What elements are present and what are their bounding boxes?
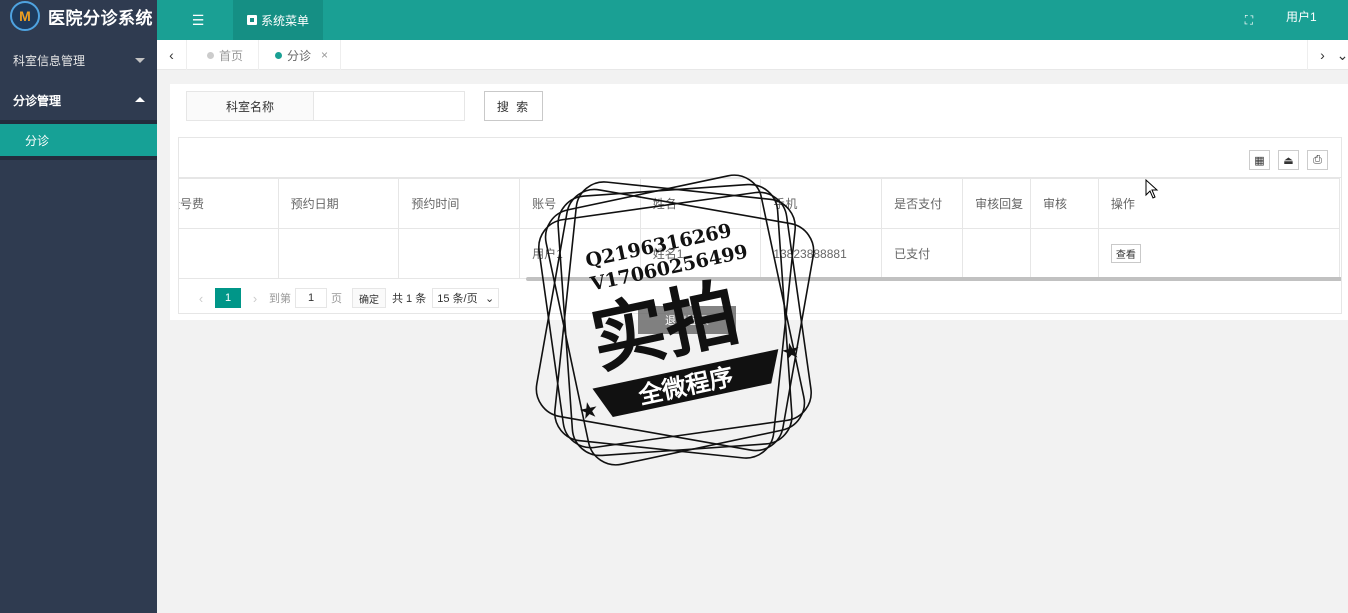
top-header: ☰ 系统菜单 ⛶ 用户1 xyxy=(157,0,1348,40)
view-button[interactable]: 查看 xyxy=(1110,244,1141,263)
col-header-label: 是否支付 xyxy=(894,197,943,211)
goto-confirm-button[interactable]: 确定 xyxy=(352,288,386,308)
data-table: ▦ ⏏ ⎙ 挂号费 预约日期 预约时间 账号 姓名 手机 是否支付 审核回复 审… xyxy=(178,137,1342,314)
table-row: 用户1 姓名1 13823888881 已支付 查看 xyxy=(179,228,1341,279)
col-header-reply[interactable]: 审核回复 xyxy=(962,178,1032,229)
app-title: 医院分诊系统 xyxy=(48,8,153,29)
main-panel: 科室名称 搜 索 ▦ ⏏ ⎙ 挂号费 预约日期 预约时间 账号 姓名 手机 是否… xyxy=(170,84,1348,320)
col-header-name[interactable]: 姓名 xyxy=(639,178,762,229)
cell-action: 查看 xyxy=(1097,228,1341,279)
sidebar-item-triage-mgmt[interactable]: 分诊管理 xyxy=(0,80,157,120)
col-header-paid[interactable]: 是否支付 xyxy=(881,178,964,229)
col-header-audit[interactable]: 审核 xyxy=(1030,178,1099,229)
col-header-phone[interactable]: 手机 xyxy=(760,178,883,229)
page-size-value: 15 条/页 xyxy=(437,293,478,305)
chevron-up-icon xyxy=(135,97,145,102)
chevron-left-icon: ‹ xyxy=(169,47,174,63)
star-icon: ★ xyxy=(577,396,602,425)
goto-label: 到第 xyxy=(269,293,291,305)
col-header-label: 手机 xyxy=(773,197,798,211)
sidebar: M 医院分诊系统 科室信息管理 分诊管理 分诊 xyxy=(0,0,157,613)
col-header-time[interactable]: 预约时间 xyxy=(398,178,521,229)
chevron-down-icon xyxy=(135,58,145,63)
logo-letters: M xyxy=(19,8,31,24)
star-icon: ★ xyxy=(779,337,804,366)
mouse-cursor-icon xyxy=(1145,179,1159,199)
total-count: 共 1 条 xyxy=(392,293,427,305)
page-tabs: ‹ 首页 分诊 × › ⌄ xyxy=(157,40,1348,70)
next-page-icon[interactable]: › xyxy=(245,291,265,306)
cell-name: 姓名1 xyxy=(639,228,762,279)
col-header-label: 挂号费 xyxy=(179,197,205,211)
page-unit-label: 页 xyxy=(331,293,342,305)
table-header-row: 挂号费 预约日期 预约时间 账号 姓名 手机 是否支付 审核回复 审核 操作 xyxy=(179,178,1341,229)
tab-dot-icon xyxy=(207,51,214,59)
sidebar-item-triage[interactable]: 分诊 xyxy=(0,124,157,156)
col-header-fee[interactable]: 挂号费 xyxy=(179,178,279,229)
chevron-down-icon: ⌄ xyxy=(485,292,495,305)
horizontal-scrollbar[interactable] xyxy=(526,277,1341,281)
cell-account: 用户1 xyxy=(519,228,641,279)
tabs-prev-button[interactable]: ‹ xyxy=(157,40,187,70)
sidebar-item-label: 分诊 xyxy=(25,133,50,148)
col-header-label: 审核 xyxy=(1043,197,1068,211)
system-menu-label: 系统菜单 xyxy=(260,13,309,28)
col-header-label: 账号 xyxy=(532,197,557,211)
menu-icon xyxy=(246,15,257,25)
col-header-label: 操作 xyxy=(1110,197,1135,211)
menu-toggle-icon[interactable]: ☰ xyxy=(185,10,211,30)
sidebar-submenu: 分诊 xyxy=(0,120,157,160)
sidebar-item-dept-info[interactable]: 科室信息管理 xyxy=(0,40,157,80)
tab-dot-icon xyxy=(275,51,282,59)
fullscreen-icon[interactable]: ⛶ xyxy=(1241,10,1257,30)
logo-icon: M xyxy=(10,1,40,31)
sidebar-item-label: 科室信息管理 xyxy=(13,53,86,68)
print-icon[interactable]: ⎙ xyxy=(1307,150,1328,170)
pagination: ‹ 1 › 到第 页 确定 共 1 条 15 条/页 ⌄ xyxy=(179,282,1341,313)
chevron-right-icon: › xyxy=(1320,47,1325,63)
menu-toggle-glyph: ☰ xyxy=(191,11,205,28)
cell-reply xyxy=(962,228,1032,279)
cell-paid: 已支付 xyxy=(881,228,964,279)
tab-home[interactable]: 首页 xyxy=(187,40,259,70)
logout-button[interactable]: 退出登录 xyxy=(638,306,736,334)
cell-date xyxy=(277,228,400,279)
tab-label: 分诊 xyxy=(287,48,312,63)
columns-filter-icon[interactable]: ▦ xyxy=(1249,150,1270,170)
col-header-label: 审核回复 xyxy=(975,197,1024,211)
user-name: 用户1 xyxy=(1286,9,1317,24)
col-header-action[interactable]: 操作 xyxy=(1097,178,1341,229)
col-header-label: 预约日期 xyxy=(290,197,339,211)
export-icon[interactable]: ⏏ xyxy=(1278,150,1299,170)
tab-label: 首页 xyxy=(219,48,244,63)
table-toolbar: ▦ ⏏ ⎙ xyxy=(179,138,1341,178)
tabs-more-button[interactable]: ⌄ xyxy=(1337,40,1348,70)
cell-fee xyxy=(179,228,279,279)
dept-name-label: 科室名称 xyxy=(186,91,314,121)
cell-audit xyxy=(1030,228,1099,279)
chevron-down-icon: ⌄ xyxy=(1336,46,1348,63)
logo[interactable]: M 医院分诊系统 xyxy=(0,0,157,32)
tab-triage[interactable]: 分诊 × xyxy=(259,40,341,70)
fullscreen-glyph: ⛶ xyxy=(1244,12,1254,27)
triage-table: 挂号费 预约日期 预约时间 账号 姓名 手机 是否支付 审核回复 审核 操作 xyxy=(179,178,1341,279)
col-header-date[interactable]: 预约日期 xyxy=(277,178,400,229)
sidebar-item-label: 分诊管理 xyxy=(13,93,62,108)
user-menu[interactable]: 用户1 xyxy=(1286,0,1317,32)
page-size-select[interactable]: 15 条/页 ⌄ xyxy=(432,288,500,308)
search-button[interactable]: 搜 索 xyxy=(484,91,543,121)
goto-page-input[interactable] xyxy=(295,288,327,308)
page-1-button[interactable]: 1 xyxy=(215,288,241,308)
prev-page-icon[interactable]: ‹ xyxy=(191,291,211,306)
close-icon[interactable]: × xyxy=(321,48,328,62)
dept-name-input[interactable] xyxy=(313,91,465,121)
col-header-account[interactable]: 账号 xyxy=(519,178,641,229)
col-header-label: 姓名 xyxy=(652,197,677,211)
cell-phone: 13823888881 xyxy=(760,228,883,279)
col-header-label: 预约时间 xyxy=(411,197,460,211)
watermark-line-4: 全微程序 xyxy=(635,362,736,410)
system-menu-button[interactable]: 系统菜单 xyxy=(233,0,323,40)
cell-time xyxy=(398,228,521,279)
tabs-next-button[interactable]: › xyxy=(1307,40,1337,70)
